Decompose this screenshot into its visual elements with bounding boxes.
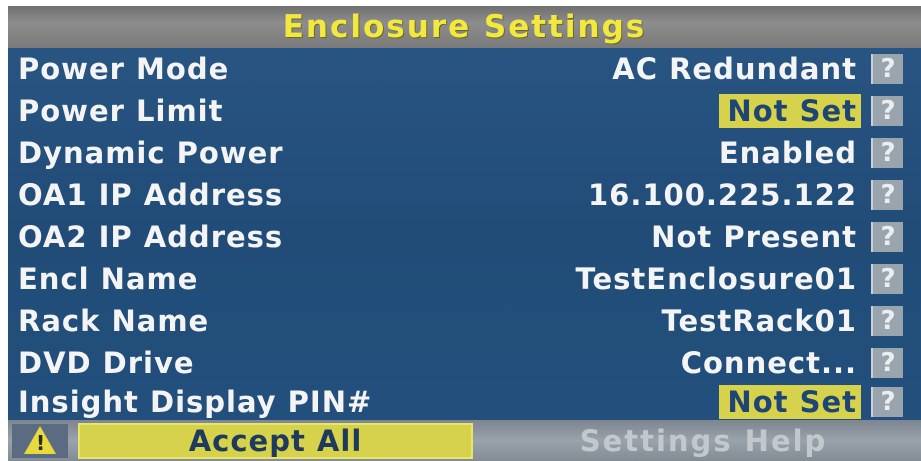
enclosure-settings-panel: Enclosure Settings Power Mode AC Redunda… [8,6,921,461]
setting-value[interactable]: TestRack01 [654,304,861,338]
setting-value[interactable]: Not Present [643,220,861,254]
setting-label: Power Mode [18,52,230,86]
help-icon[interactable]: ? [871,348,903,378]
setting-value[interactable]: Enabled [711,136,861,170]
setting-label: OA1 IP Address [18,178,284,212]
help-icon[interactable]: ? [871,96,903,126]
help-icon[interactable]: ? [871,264,903,294]
setting-label: DVD Drive [18,346,195,380]
warning-button[interactable]: ! [12,424,68,458]
warning-mark: ! [36,431,46,455]
setting-row-encl-name[interactable]: Encl Name TestEnclosure01 ? [8,258,921,300]
setting-row-dynamic-power[interactable]: Dynamic Power Enabled ? [8,132,921,174]
setting-value[interactable]: Not Set [719,94,861,128]
setting-label: Power Limit [18,94,224,128]
setting-value[interactable]: Not Set [719,385,861,419]
bottom-bar: ! Accept All Settings Help [8,420,921,461]
title-bar: Enclosure Settings [8,6,921,48]
setting-value[interactable]: TestEnclosure01 [568,262,861,296]
setting-row-insight-pin[interactable]: Insight Display PIN# Not Set ? [8,381,921,423]
help-icon[interactable]: ? [871,54,903,84]
setting-value[interactable]: AC Redundant [604,52,861,86]
setting-row-power-limit[interactable]: Power Limit Not Set ? [8,90,921,132]
setting-value[interactable]: 16.100.225.122 [580,178,861,212]
setting-row-power-mode[interactable]: Power Mode AC Redundant ? [8,48,921,90]
settings-help-button[interactable]: Settings Help [486,423,921,459]
setting-label: Encl Name [18,262,199,296]
setting-label: OA2 IP Address [18,220,284,254]
setting-label: Rack Name [18,304,210,338]
setting-label: Insight Display PIN# [18,385,373,419]
insight-display-screen: Enclosure Settings Power Mode AC Redunda… [0,0,921,461]
help-icon[interactable]: ? [871,180,903,210]
setting-row-oa2-ip[interactable]: OA2 IP Address Not Present ? [8,216,921,258]
page-title: Enclosure Settings [282,9,647,45]
help-icon[interactable]: ? [871,387,903,417]
setting-label: Dynamic Power [18,136,284,170]
help-icon[interactable]: ? [871,138,903,168]
setting-row-dvd-drive[interactable]: DVD Drive Connect... ? [8,342,921,384]
accept-all-button[interactable]: Accept All [78,423,473,459]
setting-row-oa1-ip[interactable]: OA1 IP Address 16.100.225.122 ? [8,174,921,216]
help-icon[interactable]: ? [871,306,903,336]
help-icon[interactable]: ? [871,222,903,252]
setting-value[interactable]: Connect... [673,346,861,380]
setting-row-rack-name[interactable]: Rack Name TestRack01 ? [8,300,921,342]
